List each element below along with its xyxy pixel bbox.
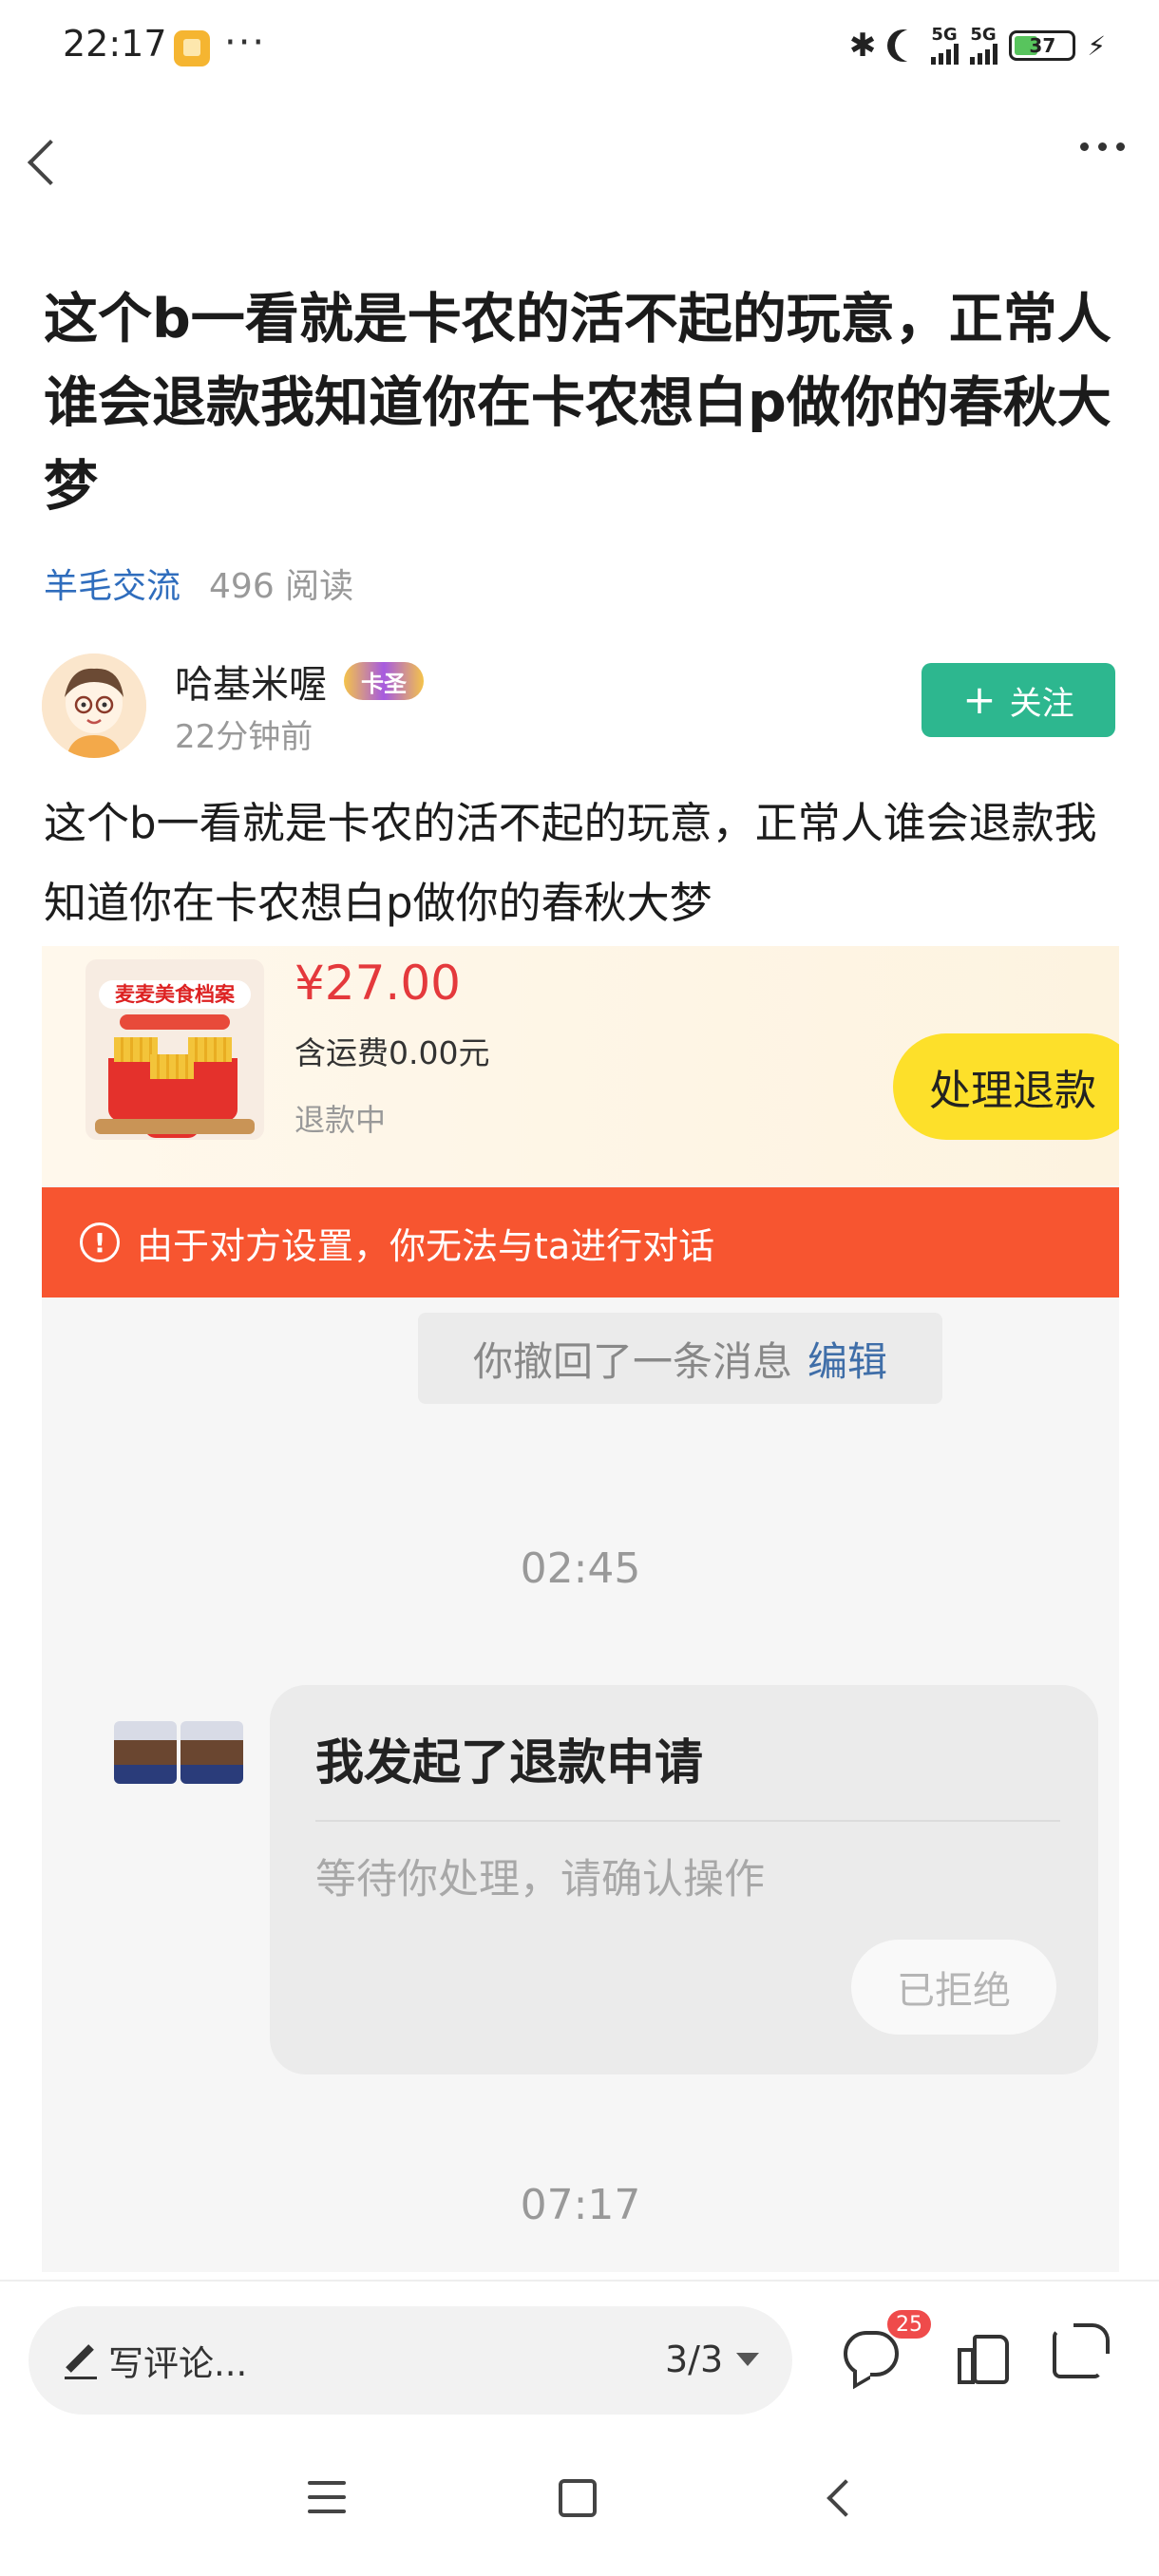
author-row: 哈基米喔 卡圣 [175,653,424,709]
bluetooth-icon: ✱ [848,27,877,65]
read-count: 496 阅读 [209,567,354,606]
card-divider [315,1820,1060,1822]
author-name[interactable]: 哈基米喔 [175,653,327,709]
thumbs-up-icon[interactable] [958,2331,1009,2384]
recall-notice: 你撤回了一条消息 编辑 [418,1313,942,1404]
avatar-face [180,1721,243,1784]
battery-level: 37 [1029,34,1056,57]
page-selector[interactable]: 3/3 [665,2339,760,2380]
pencil-icon [61,2340,99,2379]
signal-label-2: 5G [970,25,997,45]
shipping-fee: 含运费0.00元 [294,1034,490,1071]
recall-text: 你撤回了一条消息 [472,1337,792,1385]
recall-edit-link: 编辑 [808,1337,888,1385]
refund-order-card: 麦麦美食档案 ¥27.00 含运费0.00元 退款中 处理退款 [42,946,1119,1185]
price: ¥27.00 [294,956,461,1011]
app-notification-icon [174,30,210,66]
signal-icon: 5G [931,25,960,65]
follow-label: 关注 [1009,684,1074,723]
post-time: 22分钟前 [175,718,314,756]
product-thumbnail: 麦麦美食档案 [86,959,264,1140]
author-avatar[interactable] [42,653,146,758]
post-image[interactable]: 麦麦美食档案 ¥27.00 含运费0.00元 退款中 处理退款 ! 由于对方设置… [42,946,1119,2272]
product-banner: 麦麦美食档案 [99,980,251,1009]
back-chevron-left-icon[interactable] [25,133,63,190]
more-icon[interactable] [1080,142,1125,151]
chat-avatar [114,1721,245,1788]
plus-icon: + [962,676,997,723]
signal-label: 5G [931,25,958,45]
avatar-face [114,1721,177,1784]
recents-menu-icon[interactable] [308,2481,346,2513]
home-square-icon[interactable] [559,2479,597,2517]
follow-button[interactable]: + 关注 [922,663,1115,737]
category-link[interactable]: 羊毛交流 [44,559,180,608]
post-body: 这个b一看就是卡农的活不起的玩意，正常人谁会退款我知道你在卡农想白p做你的春秋大… [44,798,1097,928]
signal-icon-2: 5G [970,27,998,65]
warning-banner: ! 由于对方设置，你无法与ta进行对话 [42,1187,1119,1297]
card-title: 我发起了退款申请 [315,1735,704,1791]
rejected-status: 已拒绝 [851,1940,1056,2035]
comment-placeholder: 写评论... [108,2343,248,2384]
share-icon[interactable] [1053,2323,1110,2378]
post-title: 这个b一看就是卡农的活不起的玩意，正常人谁会退款我知道你在卡农想白p做你的春秋大… [44,288,1112,518]
author-badge: 卡圣 [344,662,424,700]
refund-request-card: 我发起了退款申请 等待你处理，请确认操作 已拒绝 [270,1685,1098,2074]
caret-down-icon [736,2353,760,2366]
product-subbanner [120,1014,230,1030]
refund-status: 退款中 [294,1102,387,1138]
battery-icon: 37 [1009,30,1076,61]
alert-icon: ! [80,1222,120,1262]
status-icons: ✱ 5G 5G 37 ⚡ [849,25,1106,66]
page-indicator: 3/3 [665,2339,724,2380]
notification-more-icon: ··· [224,21,267,65]
moon-icon [895,29,927,62]
card-subtitle: 等待你处理，请确认操作 [315,1856,765,1904]
handle-refund-button: 处理退款 [893,1033,1119,1140]
warning-text: 由于对方设置，你无法与ta进行对话 [137,1224,715,1267]
post-meta: 羊毛交流 496 阅读 [44,559,353,608]
comment-icon[interactable] [844,2331,899,2377]
chat-timestamp: 02:45 [520,1544,641,1593]
charging-icon: ⚡ [1087,29,1106,62]
comment-count-badge: 25 [885,2308,933,2340]
tray [95,1119,255,1134]
system-back-icon[interactable] [823,2481,855,2513]
status-bar: 22:17 ··· ✱ 5G 5G 37 ⚡ [0,0,1159,95]
system-navigation-bar [0,2432,1159,2576]
bottom-action-bar: 写评论... 3/3 25 [0,2280,1159,2432]
status-time: 22:17 [63,23,167,65]
chat-timestamp: 07:17 [520,2181,641,2229]
comment-input[interactable]: 写评论... 3/3 [28,2306,792,2415]
